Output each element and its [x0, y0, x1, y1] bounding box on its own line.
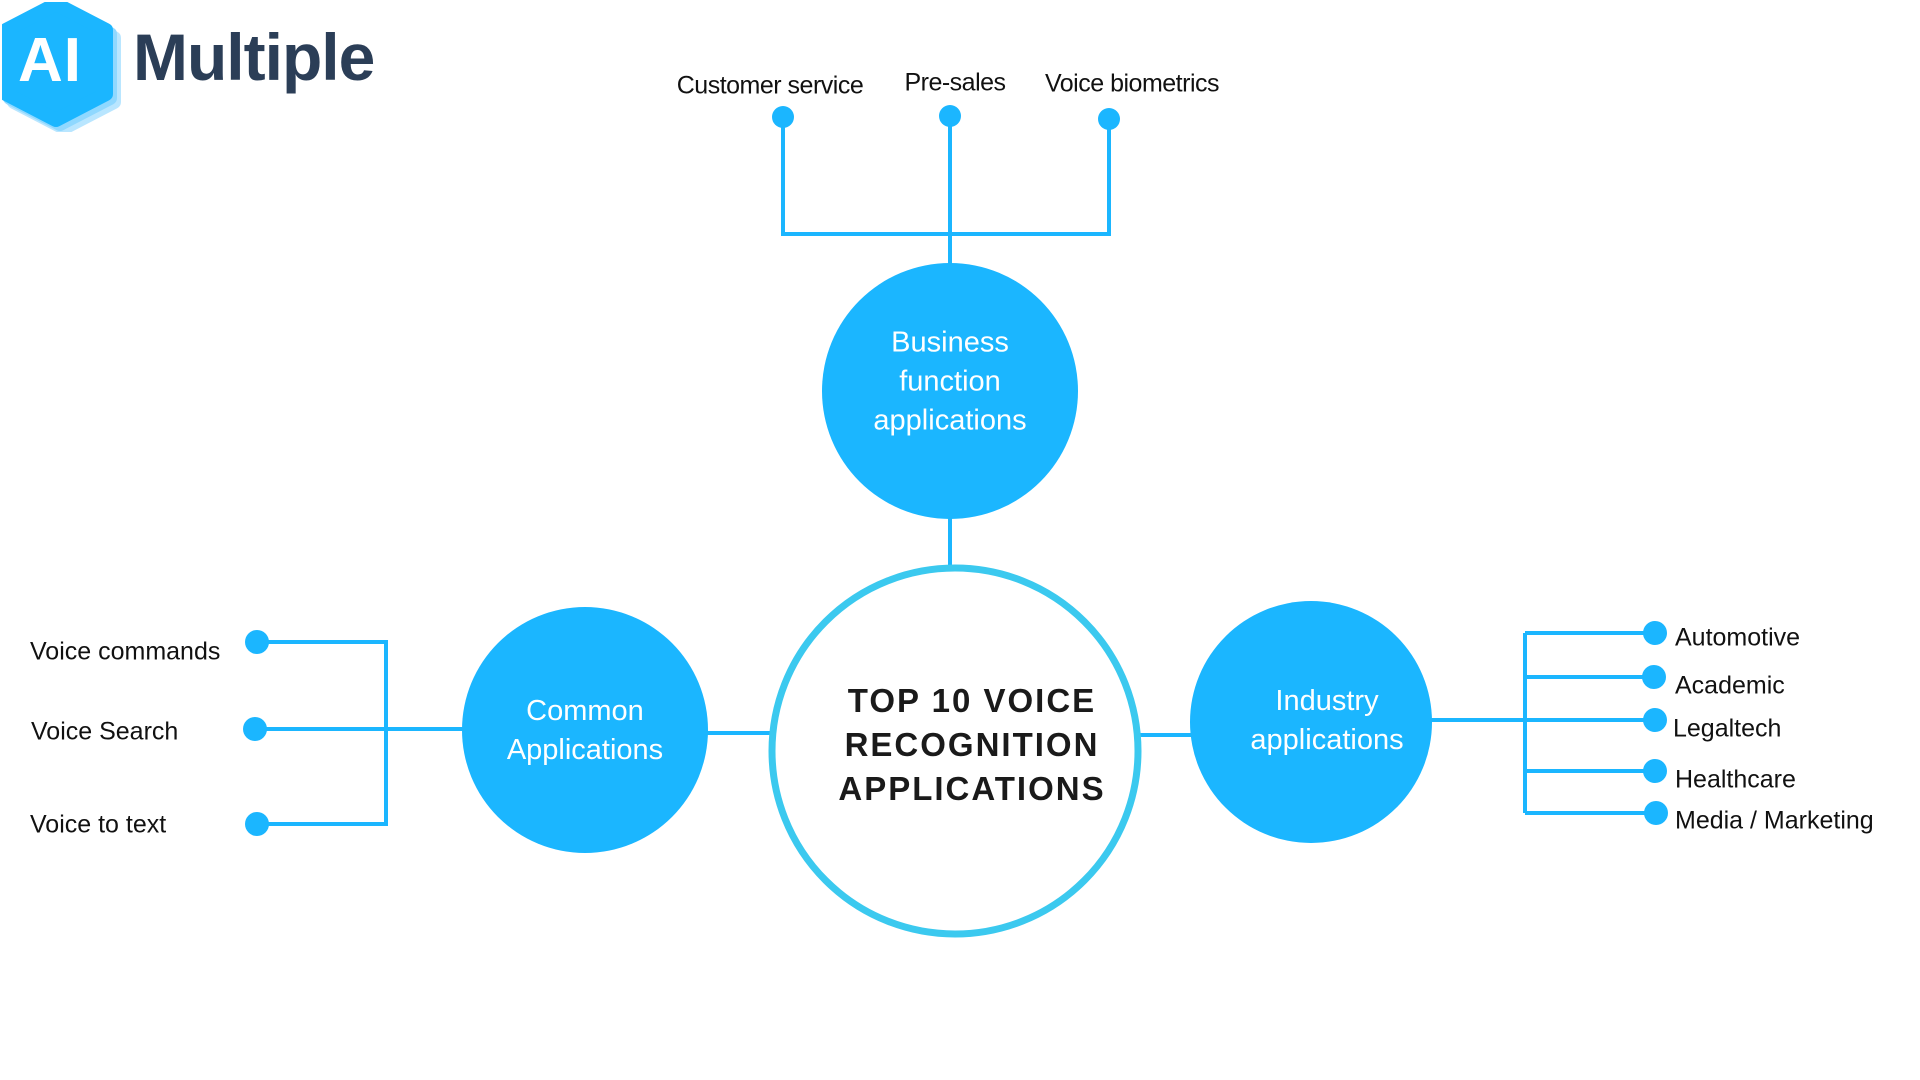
industry-item-dot: [1643, 621, 1667, 645]
business-item-label: Voice biometrics: [1044, 69, 1220, 98]
common-item-dot: [245, 630, 269, 654]
common-bracket-connector: [255, 640, 388, 826]
common-node-title: Common Applications: [507, 692, 663, 770]
industry-node-title: Industry applications: [1250, 682, 1403, 760]
industry-node-title-line: Industry: [1275, 684, 1379, 717]
common-item-label: Voice Search: [31, 717, 179, 746]
business-node-title: Business function applications: [873, 323, 1026, 440]
business-item-label: Pre-sales: [904, 68, 1006, 97]
business-item-label: Customer service: [676, 71, 864, 100]
industry-item-dot: [1644, 801, 1668, 825]
industry-item-label: Legaltech: [1673, 714, 1782, 743]
industry-item-dot: [1642, 665, 1666, 689]
business-node-title-line: Business: [891, 326, 1009, 359]
business-item-dot: [939, 105, 961, 127]
business-item-dot: [1098, 108, 1120, 130]
center-node-title: TOP 10 VOICE RECOGNITION APPLICATIONS: [838, 679, 1105, 811]
industry-node-title-line: applications: [1250, 724, 1404, 756]
mind-map-diagram: [243, 105, 1668, 938]
industry-item-dot: [1643, 708, 1667, 732]
center-title-line: RECOGNITION: [844, 726, 1100, 764]
center-title-line: TOP 10 VOICE: [847, 682, 1097, 720]
common-item-label: Voice to text: [30, 810, 167, 839]
center-title-line: APPLICATIONS: [838, 769, 1106, 807]
industry-item-label: Automotive: [1675, 623, 1801, 652]
industry-item-dot: [1643, 759, 1667, 783]
business-node-title-line: applications: [873, 404, 1027, 437]
business-node-title-line: function: [899, 365, 1001, 398]
industry-item-label: Academic: [1675, 671, 1785, 700]
common-item-dot: [245, 812, 269, 836]
common-node-title-line: Common: [526, 694, 644, 727]
business-bracket-connector: [781, 117, 1111, 236]
industry-item-label: Healthcare: [1675, 765, 1796, 794]
industry-item-label: Media / Marketing: [1675, 806, 1874, 835]
business-item-dot: [772, 106, 794, 128]
common-node-title-line: Applications: [506, 734, 664, 766]
common-item-dot: [243, 717, 267, 741]
common-item-label: Voice commands: [30, 637, 221, 666]
